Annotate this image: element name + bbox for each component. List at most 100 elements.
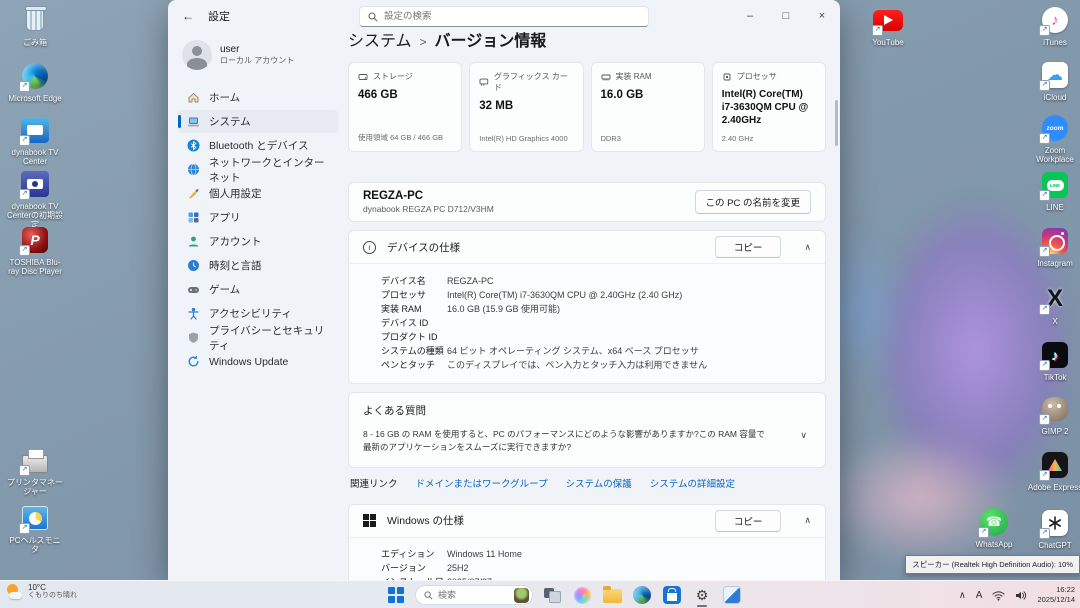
desktop-icon-adobe-express[interactable]: Adobe Express xyxy=(1026,449,1080,492)
faq-title: よくある質問 xyxy=(363,403,811,418)
search-highlight-image xyxy=(514,588,529,603)
user-account-block[interactable]: user ローカル アカウント xyxy=(182,40,338,70)
chevron-up-icon[interactable]: ∧ xyxy=(804,242,811,253)
clock[interactable]: 16:22 2025/12/14 xyxy=(1037,585,1075,605)
close-button[interactable]: × xyxy=(804,0,840,32)
sidebar-item-accounts[interactable]: アカウント xyxy=(178,230,338,253)
settings-main: システム > バージョン情報 ストレージ 466 GB 使用領域 64 GB /… xyxy=(348,32,826,580)
spec-row: デバイス名REGZA-PC xyxy=(381,276,825,287)
maximize-button[interactable]: □ xyxy=(768,0,804,32)
desktop-icon-recycle-bin[interactable]: ごみ箱 xyxy=(6,4,64,47)
sidebar-item-label: ホーム xyxy=(209,90,240,105)
sidebar-item-label: アクセシビリティ xyxy=(209,306,292,321)
faq-question[interactable]: 8 - 16 GB の RAM を使用すると、PC のパフォーマンスにどのような… xyxy=(363,428,811,454)
settings-search-box[interactable] xyxy=(359,6,649,27)
sidebar-item-gaming[interactable]: ゲーム xyxy=(178,278,338,301)
desktop-icon-tiktok[interactable]: ♪ TikTok xyxy=(1026,339,1080,382)
wifi-icon[interactable] xyxy=(992,590,1005,601)
device-spec-header[interactable]: i デバイスの仕様 コピー ∧ xyxy=(349,231,825,263)
taskbar-search-input[interactable] xyxy=(438,590,498,600)
sidebar-item-privacy-security[interactable]: プライバシーとセキュリティ xyxy=(178,326,338,349)
desktop-icon-health-monitor[interactable]: PCヘルスモニタ xyxy=(6,502,64,554)
desktop-icon-icloud[interactable]: ☁ iCloud xyxy=(1026,59,1080,102)
spec-label: エディション xyxy=(381,549,447,560)
desktop-icon-itunes[interactable]: ♪ iTunes xyxy=(1026,4,1080,47)
person-icon xyxy=(186,235,200,249)
chevron-up-icon[interactable]: ∧ xyxy=(804,515,811,526)
settings-sidebar: user ローカル アカウント ホーム システム Bluetooth とデバイス xyxy=(168,32,348,580)
card-sub: 使用領域 64 GB / 466 GB xyxy=(358,132,452,143)
microsoft-store-button[interactable] xyxy=(661,584,683,606)
copy-button[interactable]: コピー xyxy=(715,236,782,258)
desktop-icon-youtube[interactable]: YouTube xyxy=(856,4,920,47)
desktop-icon-tv-center-setup[interactable]: dynabook TV Centerの初期設定 xyxy=(6,168,64,230)
card-title: ストレージ xyxy=(373,71,413,82)
file-explorer-button[interactable] xyxy=(601,584,623,606)
card-value: 466 GB xyxy=(358,88,452,103)
desktop-icon-label: X xyxy=(1026,317,1080,326)
card-value: Intel(R) Core(TM) i7-3630QM CPU @ 2.40GH… xyxy=(722,88,816,127)
edge-button[interactable] xyxy=(631,584,653,606)
faq-panel: よくある質問 8 - 16 GB の RAM を使用すると、PC のパフォーマン… xyxy=(348,392,826,467)
desktop-icon-bluray-player[interactable]: P TOSHIBA Blu-ray Disc Player xyxy=(6,224,64,276)
start-button[interactable] xyxy=(385,584,407,606)
minimize-button[interactable]: – xyxy=(732,0,768,32)
spec-cards: ストレージ 466 GB 使用領域 64 GB / 466 GB グラフィックス… xyxy=(348,62,826,152)
desktop-icon-chatgpt[interactable]: ChatGPT xyxy=(1026,507,1080,550)
desktop-icon-zoom[interactable]: zoom Zoom Workplace xyxy=(1026,112,1080,164)
hidden-icons-chevron[interactable]: ∧ xyxy=(959,590,966,601)
tv-icon xyxy=(19,114,51,146)
ime-indicator[interactable]: A xyxy=(976,590,983,601)
link-system-protection[interactable]: システムの保護 xyxy=(566,476,632,490)
sidebar-item-personalization[interactable]: 個人用設定 xyxy=(178,182,338,205)
weather-widget[interactable]: 10°C くもりのち晴れ xyxy=(6,583,77,600)
device-spec-body: デバイス名REGZA-PC プロセッサIntel(R) Core(TM) i7-… xyxy=(349,263,825,383)
spec-row: バージョン25H2 xyxy=(381,563,825,574)
copy-button[interactable]: コピー xyxy=(715,510,782,532)
weather-temp: 10°C xyxy=(28,583,77,592)
back-button[interactable]: ← xyxy=(182,9,194,23)
link-advanced-system-settings[interactable]: システムの詳細設定 xyxy=(650,476,735,490)
desktop-icon-gimp[interactable]: GIMP 2 xyxy=(1026,393,1080,436)
settings-taskbar-button[interactable]: ⚙ xyxy=(691,584,713,606)
spec-label: システムの種類 xyxy=(381,346,447,357)
desktop-icon-label: Instagram xyxy=(1026,259,1080,268)
sidebar-item-time-language[interactable]: 時刻と言語 xyxy=(178,254,338,277)
desktop-icon-label: プリンタマネージャー xyxy=(6,478,64,496)
globe-icon xyxy=(186,163,200,177)
sidebar-item-home[interactable]: ホーム xyxy=(178,86,338,109)
spec-row: 実装 RAM16.0 GB (15.9 GB 使用可能) xyxy=(381,304,825,315)
sidebar-item-network-internet[interactable]: ネットワークとインターネット xyxy=(178,158,338,181)
card-title: 実装 RAM xyxy=(616,71,652,82)
settings-search-input[interactable] xyxy=(384,11,640,22)
link-domain-workgroup[interactable]: ドメインまたはワークグループ xyxy=(416,476,548,490)
sidebar-item-apps[interactable]: アプリ xyxy=(178,206,338,229)
rename-pc-button[interactable]: この PC の名前を変更 xyxy=(695,190,811,214)
youtube-icon xyxy=(872,4,904,36)
copilot-button[interactable] xyxy=(571,584,593,606)
breadcrumb: システム > バージョン情報 xyxy=(348,32,826,52)
pinned-app-button[interactable] xyxy=(721,584,743,606)
desktop-icon-tv-center[interactable]: dynabook TV Center xyxy=(6,114,64,166)
scrollbar[interactable] xyxy=(835,100,838,146)
desktop-icon-label: iTunes xyxy=(1026,38,1080,47)
breadcrumb-system[interactable]: システム xyxy=(348,32,412,52)
sidebar-item-system[interactable]: システム xyxy=(178,110,338,133)
desktop-icon-edge[interactable]: Microsoft Edge xyxy=(6,60,64,103)
sidebar-item-windows-update[interactable]: Windows Update xyxy=(178,350,338,373)
taskbar-search-box[interactable] xyxy=(415,585,533,605)
desktop-icon-line[interactable]: LINE LINE xyxy=(1026,169,1080,212)
chevron-down-icon[interactable]: ∨ xyxy=(800,430,807,441)
weather-desc: くもりのち晴れ xyxy=(28,592,77,600)
desktop-icon-printer-manager[interactable]: プリンタマネージャー xyxy=(6,444,64,496)
windows-spec-body: エディションWindows 11 Home バージョン25H2 インストール日2… xyxy=(349,537,825,580)
card-sub: Intel(R) HD Graphics 4000 xyxy=(479,134,573,143)
windows-spec-header[interactable]: Windows の仕様 コピー ∧ xyxy=(349,505,825,537)
itunes-icon: ♪ xyxy=(1039,4,1071,36)
desktop-icon-instagram[interactable]: Instagram xyxy=(1026,225,1080,268)
whatsapp-icon: ☎ xyxy=(978,506,1010,538)
desktop-icon-x[interactable]: X X xyxy=(1026,283,1080,326)
speaker-icon[interactable] xyxy=(1015,590,1027,601)
task-view-button[interactable] xyxy=(541,584,563,606)
desktop-icon-whatsapp[interactable]: ☎ WhatsApp xyxy=(966,506,1022,549)
